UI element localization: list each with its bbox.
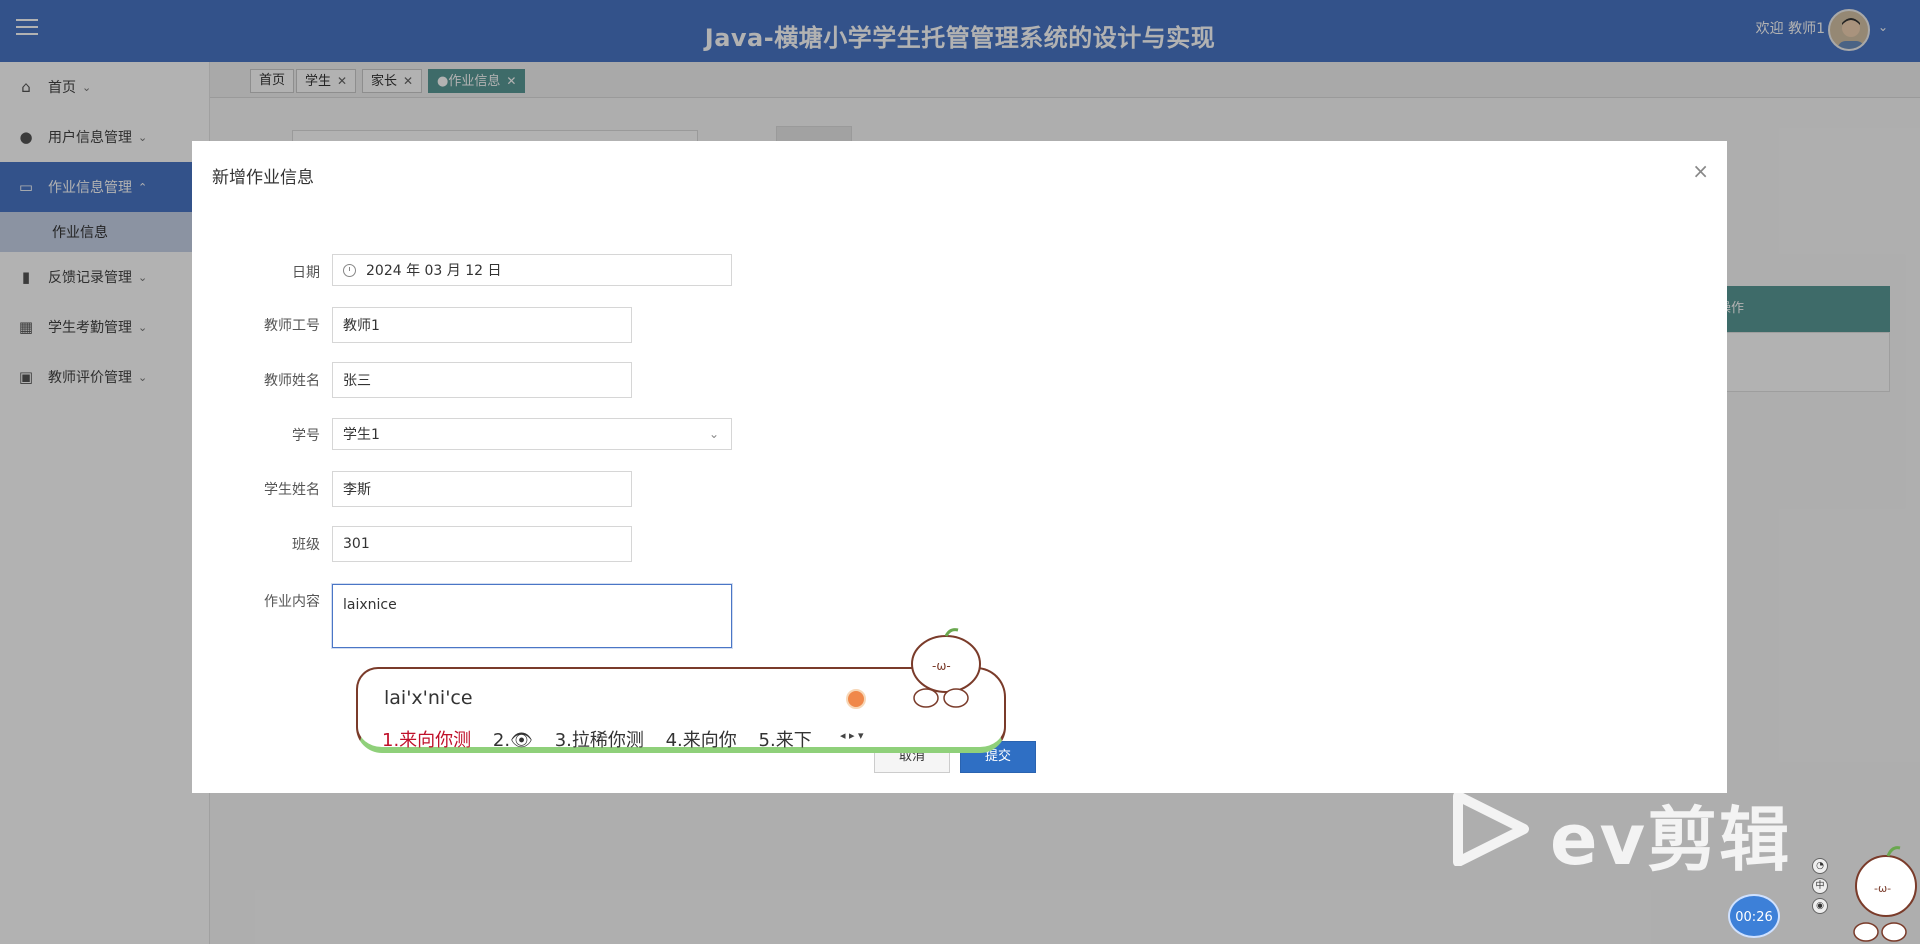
- student-id-label: 学号: [292, 428, 320, 444]
- tool-button-icon[interactable]: ◉: [1812, 898, 1828, 914]
- teacher-id-label: 教师工号: [264, 318, 320, 334]
- teacher-id-input[interactable]: 教师1: [332, 307, 632, 343]
- class-input[interactable]: 301: [332, 526, 632, 562]
- ime-composition: lai'x'ni'ce: [384, 687, 473, 709]
- teacher-name-value: 张三: [343, 373, 371, 389]
- mascot-icon: -ω-: [911, 628, 981, 708]
- svg-text:-ω-: -ω-: [932, 659, 951, 673]
- tool-button-icon[interactable]: ◔: [1812, 858, 1828, 874]
- ime-candidate[interactable]: 2.👁: [493, 730, 533, 751]
- student-id-select[interactable]: 学生1 ⌄: [332, 418, 732, 450]
- homework-label: 作业内容: [264, 594, 320, 610]
- watermark-text: ev剪辑: [1550, 799, 1792, 881]
- date-label: 日期: [292, 265, 320, 281]
- ime-candidates: 1.来向你测 2.👁 3.拉稀你测 4.来向你 5.来下: [382, 726, 828, 752]
- mascot-icon: -ω-: [1853, 846, 1917, 942]
- homework-textarea[interactable]: laixnice: [332, 584, 732, 648]
- date-picker[interactable]: 2024 年 03 月 12 日: [332, 254, 732, 286]
- teacher-name-label: 教师姓名: [264, 373, 320, 389]
- ime-candidate[interactable]: 1.来向你测: [382, 730, 471, 751]
- dialog-title: 新增作业信息: [212, 168, 314, 188]
- student-name-input[interactable]: 李斯: [332, 471, 632, 507]
- ime-candidate[interactable]: 5.来下: [759, 730, 812, 751]
- ime-candidate[interactable]: 4.来向你: [666, 730, 737, 751]
- chevron-down-icon: ⌄: [708, 427, 719, 441]
- teacher-name-input[interactable]: 张三: [332, 362, 632, 398]
- recording-timer[interactable]: 00:26: [1728, 894, 1780, 938]
- homework-value: laixnice: [343, 597, 397, 613]
- ime-candidate[interactable]: 3.拉稀你测: [555, 730, 644, 751]
- svg-text:-ω-: -ω-: [1874, 882, 1891, 895]
- teacher-id-value: 教师1: [343, 318, 380, 334]
- close-icon[interactable]: ×: [1692, 159, 1709, 183]
- student-name-value: 李斯: [343, 482, 371, 498]
- floating-toolbar: ◔ 中 ◉: [1812, 858, 1828, 918]
- clock-icon: [343, 263, 356, 277]
- tool-button-icon[interactable]: 中: [1812, 878, 1828, 894]
- ime-page-arrows-icon[interactable]: ◂ ▸ ▾: [840, 729, 864, 742]
- class-value: 301: [343, 536, 370, 552]
- student-name-label: 学生姓名: [264, 482, 320, 498]
- ime-logo-icon[interactable]: [846, 689, 866, 709]
- student-id-value: 学生1: [343, 427, 380, 443]
- class-label: 班级: [292, 537, 320, 553]
- play-logo-icon: [1453, 792, 1529, 866]
- date-value: 2024 年 03 月 12 日: [366, 263, 502, 279]
